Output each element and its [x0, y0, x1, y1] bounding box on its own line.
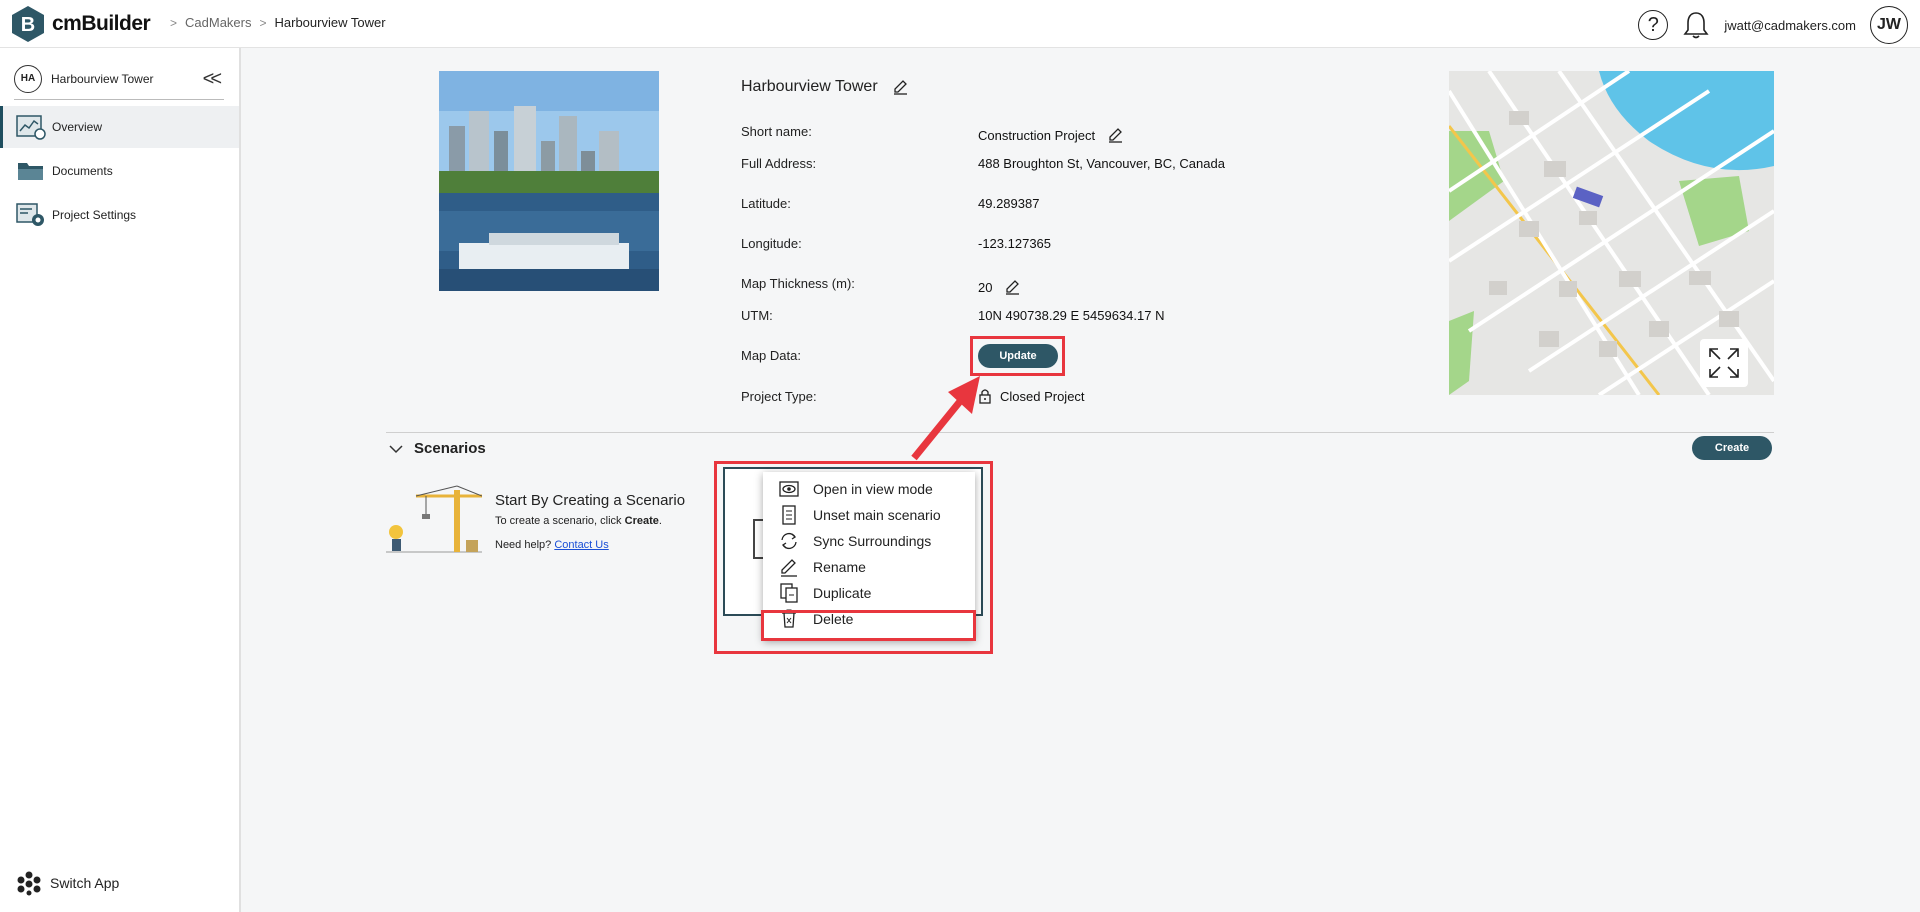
expand-map-button[interactable]	[1700, 339, 1748, 387]
svg-text:B: B	[21, 14, 35, 36]
longitude-value: -123.127365	[978, 236, 1052, 251]
sidebar-item-label: Project Settings	[52, 208, 137, 222]
crane-illustration-icon	[386, 485, 482, 553]
section-divider	[386, 432, 1774, 433]
breadcrumb-chevron-icon: >	[170, 15, 178, 30]
bell-icon[interactable]	[1682, 10, 1710, 40]
project-photo-image	[439, 71, 659, 291]
folder-icon	[18, 163, 43, 180]
switch-app-label: Switch App	[50, 875, 120, 891]
sidebar-item-label: Overview	[52, 120, 103, 134]
utm-label: UTM:	[741, 308, 773, 323]
project-type-label: Project Type:	[741, 389, 817, 404]
sidebar-item-project-settings[interactable]: Project Settings	[0, 194, 239, 236]
sidebar-project-header: HA Harbourview Tower <<	[14, 58, 224, 100]
project-title: Harbourview Tower	[741, 78, 878, 95]
switch-app-button[interactable]: Switch App	[16, 870, 119, 896]
project-title-row: Harbourview Tower	[741, 78, 908, 96]
map-data-label: Map Data:	[741, 348, 801, 363]
annotation-arrow-icon	[911, 376, 980, 461]
short-name-label: Short name:	[741, 124, 812, 139]
project-badge: HA	[14, 64, 42, 93]
help-prefix-text: Need help?	[495, 539, 555, 551]
chevron-down-icon	[389, 444, 403, 453]
top-right-actions: ? jwatt@cadmakers.com JW	[1638, 6, 1908, 44]
user-avatar[interactable]: JW	[1870, 6, 1908, 44]
sidebar-item-documents[interactable]: Documents	[0, 150, 239, 192]
project-type-value: Closed Project	[1000, 388, 1085, 404]
breadcrumb-item-org[interactable]: CadMakers	[185, 15, 251, 30]
project-type-value-row: Closed Project	[978, 388, 1085, 404]
help-icon[interactable]: ?	[1638, 10, 1669, 40]
edit-thickness-pencil-icon[interactable]	[1004, 279, 1020, 295]
empty-state-help: Need help? Contact Us	[495, 539, 609, 551]
edit-short-name-pencil-icon[interactable]	[1107, 127, 1123, 143]
expand-icon	[1709, 348, 1739, 378]
empty-state-subtitle-suffix: .	[658, 515, 662, 527]
user-email[interactable]: jwatt@cadmakers.com	[1724, 18, 1856, 33]
contact-us-link[interactable]: Contact Us	[554, 539, 608, 551]
sidebar-item-label: Documents	[52, 164, 113, 178]
utm-value: 10N 490738.29 E 5459634.17 N	[978, 308, 1165, 323]
latitude-value: 49.289387	[978, 196, 1040, 211]
create-scenario-button[interactable]: Create	[1692, 436, 1772, 460]
map-thickness-value: 20	[978, 279, 993, 295]
scenarios-heading: Scenarios	[414, 440, 486, 457]
overview-icon	[16, 115, 46, 140]
collapse-sidebar-icon[interactable]: <<	[203, 68, 222, 91]
empty-state-subtitle-bold: Create	[624, 515, 659, 527]
app-logo-icon: B	[12, 6, 44, 42]
project-photo	[439, 71, 659, 291]
sidebar-project-name: Harbourview Tower	[51, 71, 154, 86]
latitude-label: Latitude:	[741, 196, 791, 211]
empty-state-subtitle-text: To create a scenario, click	[495, 515, 625, 527]
delete-highlight-box	[761, 610, 976, 641]
address-value: 488 Broughton St, Vancouver, BC, Canada	[978, 156, 1225, 171]
map-thickness-label: Map Thickness (m):	[741, 276, 855, 291]
location-map[interactable]	[1449, 71, 1774, 395]
settings-icon	[16, 203, 44, 226]
top-bar: B cmBuilder > CadMakers > Harbourview To…	[0, 0, 1920, 48]
short-name-value-row: Construction Project	[978, 127, 1123, 143]
app-name: cmBuilder	[52, 12, 151, 35]
scenarios-header[interactable]: Scenarios	[388, 440, 486, 457]
address-label: Full Address:	[741, 156, 817, 171]
empty-state-subtitle: To create a scenario, click Create.	[495, 515, 662, 527]
longitude-label: Longitude:	[741, 236, 802, 251]
app-logo[interactable]: B cmBuilder	[12, 6, 151, 42]
apps-grid-icon	[17, 871, 41, 896]
edit-title-pencil-icon[interactable]	[892, 79, 908, 95]
breadcrumb: > CadMakers > Harbourview Tower	[170, 15, 386, 30]
sidebar: HA Harbourview Tower << Overview Documen…	[0, 48, 241, 912]
empty-state-title: Start By Creating a Scenario	[495, 492, 686, 509]
map-thickness-value-row: 20	[978, 279, 1020, 295]
breadcrumb-item-project: Harbourview Tower	[274, 15, 386, 30]
breadcrumb-chevron-icon: >	[259, 15, 267, 30]
sidebar-item-overview[interactable]: Overview	[0, 106, 239, 148]
short-name-value: Construction Project	[978, 127, 1096, 143]
